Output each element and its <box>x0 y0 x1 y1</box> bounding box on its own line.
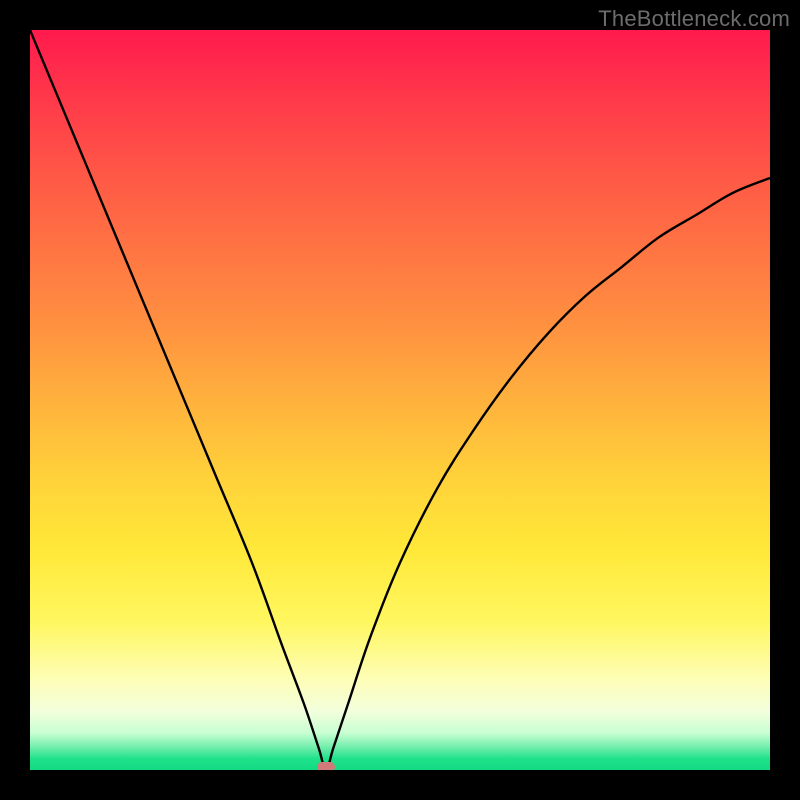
min-marker-icon <box>317 762 335 770</box>
curve-path <box>30 30 770 770</box>
chart-frame: TheBottleneck.com <box>0 0 800 800</box>
bottleneck-curve <box>30 30 770 770</box>
plot-area <box>30 30 770 770</box>
attribution-label: TheBottleneck.com <box>598 6 790 32</box>
bottleneck-curve-svg <box>30 30 770 770</box>
min-marker-group <box>317 762 335 770</box>
